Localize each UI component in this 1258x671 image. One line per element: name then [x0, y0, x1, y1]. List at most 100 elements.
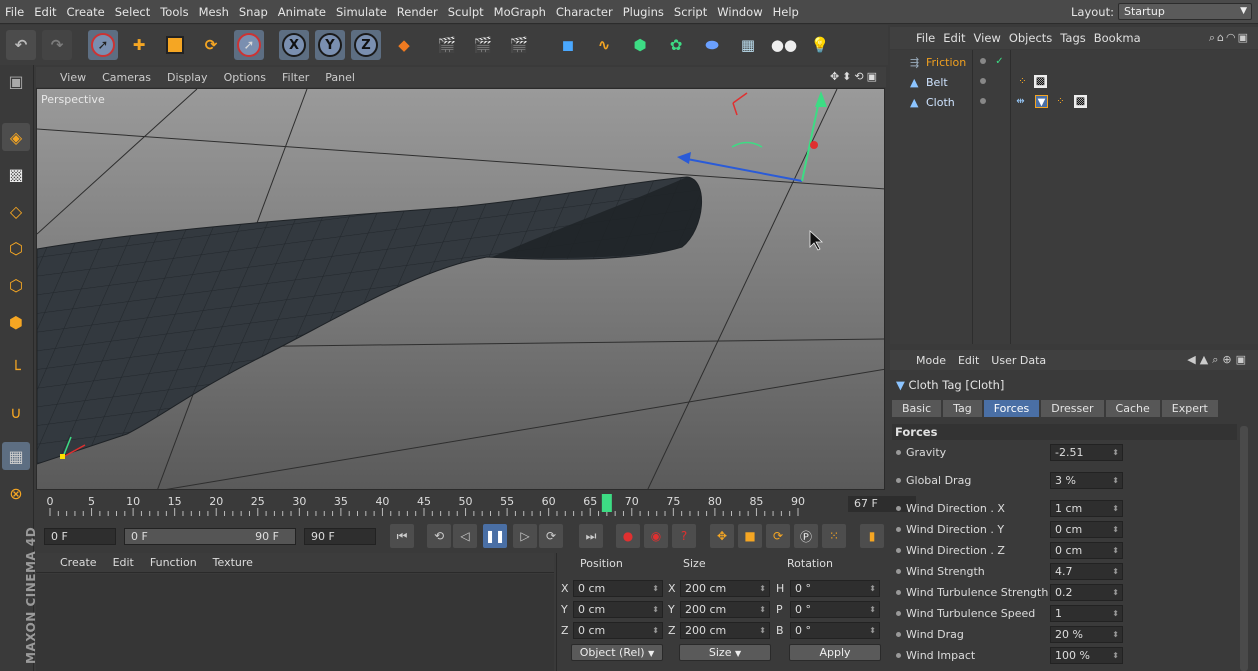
visibility-dot[interactable] [980, 78, 986, 84]
animate-dot-icon[interactable] [896, 632, 901, 637]
param-field-wind-turbulence-strength[interactable]: 0.2 ⬍ [1050, 584, 1123, 601]
om-menu-objects[interactable]: Objects [1009, 31, 1060, 45]
pos-x-field[interactable]: 0 cm ⬍ [573, 580, 663, 597]
menu-character[interactable]: Character [551, 5, 618, 19]
viewport-menu-filter[interactable]: Filter [274, 71, 317, 84]
tab-dresser[interactable]: Dresser [1041, 400, 1104, 417]
menu-window[interactable]: Window [712, 5, 767, 19]
animate-dot-icon[interactable] [896, 527, 901, 532]
om-menu-tags[interactable]: Tags [1060, 31, 1093, 45]
timeline-window-button[interactable]: ▮ [860, 524, 884, 548]
param-field-wind-impact[interactable]: 100 % ⬍ [1050, 647, 1123, 664]
key-rotation-button[interactable]: ⟳ [766, 524, 790, 548]
am-menu-user-data[interactable]: User Data [991, 354, 1058, 367]
material-menu-texture[interactable]: Texture [205, 556, 261, 569]
param-field-wind-direction-z[interactable]: 0 cm ⬍ [1050, 542, 1123, 559]
animate-dot-icon[interactable] [896, 450, 901, 455]
range-slider[interactable]: 0 F 90 F [124, 528, 296, 545]
menu-render[interactable]: Render [392, 5, 443, 19]
attribute-scrollbar[interactable] [1240, 426, 1248, 671]
tab-cache[interactable]: Cache [1105, 400, 1160, 417]
animate-dot-icon[interactable] [896, 478, 901, 483]
points-mode-button[interactable]: ⬡ [2, 234, 30, 262]
size-mode-dropdown[interactable]: Size ▼ [679, 644, 771, 661]
param-field-wind-direction-y[interactable]: 0 cm ⬍ [1050, 521, 1123, 538]
menu-mesh[interactable]: Mesh [194, 5, 234, 19]
pos-z-field[interactable]: 0 cm ⬍ [573, 622, 663, 639]
size-z-field[interactable]: 200 cm ⬍ [680, 622, 770, 639]
subdivision-button[interactable]: ⬢ [625, 30, 655, 60]
om-menu-file[interactable]: File [890, 31, 943, 45]
prev-frame-button[interactable]: ◁ [453, 524, 477, 548]
texture-mode-button[interactable]: ▩ [2, 160, 30, 188]
tab-tag[interactable]: Tag [943, 400, 982, 417]
snap-button[interactable]: ∪ [2, 398, 30, 426]
record-button[interactable]: ● [616, 524, 640, 548]
animate-dot-icon[interactable] [896, 506, 901, 511]
tab-forces[interactable]: Forces [983, 400, 1040, 417]
rot-b-field[interactable]: 0 ° ⬍ [790, 622, 880, 639]
start-frame-field[interactable]: 0 F [44, 528, 116, 545]
object-row-cloth[interactable]: ▲ Cloth ⇹ ▼ ⁘ ▩ [890, 92, 1258, 112]
floor-button[interactable]: ▦ [733, 30, 763, 60]
param-field-global-drag[interactable]: 3 % ⬍ [1050, 472, 1123, 489]
menu-snap[interactable]: Snap [234, 5, 273, 19]
solo-button[interactable]: ⊗ [2, 479, 30, 507]
am-menu-mode[interactable]: Mode [890, 354, 958, 367]
viewport-menu-options[interactable]: Options [216, 71, 274, 84]
enabled-check-icon[interactable]: ✓ [993, 55, 1006, 68]
mograph-button[interactable]: ✿ [661, 30, 691, 60]
polygons-mode-button[interactable]: ⬢ [2, 308, 30, 336]
param-field-wind-direction-x[interactable]: 1 cm ⬍ [1050, 500, 1123, 517]
menu-select[interactable]: Select [110, 5, 155, 19]
key-position-button[interactable]: ✥ [710, 524, 734, 548]
y-axis-button[interactable]: Y [315, 30, 345, 60]
apply-button[interactable]: Apply [789, 644, 881, 661]
prev-key-button[interactable]: ⟲ [427, 524, 451, 548]
viewport-menu-cameras[interactable]: Cameras [94, 71, 159, 84]
autokey-button[interactable]: ◉ [644, 524, 668, 548]
param-field-wind-strength[interactable]: 4.7 ⬍ [1050, 563, 1123, 580]
om-menu-view[interactable]: View [974, 31, 1009, 45]
menu-sculpt[interactable]: Sculpt [443, 5, 489, 19]
material-list-area[interactable] [36, 574, 554, 671]
om-search-icons[interactable]: ⌕⌂◠▣ [1209, 31, 1250, 45]
goto-start-button[interactable]: ⏮ [390, 524, 414, 548]
animate-dot-icon[interactable] [896, 611, 901, 616]
render-view-button[interactable]: 🎬 [432, 30, 462, 60]
light-button[interactable]: 💡 [805, 30, 835, 60]
texture-tag-icon[interactable]: ▩ [1034, 75, 1047, 88]
timeline-ruler[interactable]: 0 5 10 15 20 25 30 35 40 45 50 55 60 65 70 75 80 85 90 67 … [36, 492, 916, 518]
object-row-friction[interactable]: ⇶ Friction ✓ [890, 52, 1258, 72]
am-nav-icons[interactable]: ◀▲⌕⊕▣ [1187, 353, 1250, 367]
scale-tool-button[interactable] [160, 30, 190, 60]
render-picture-viewer-button[interactable]: 🎬 [468, 30, 498, 60]
edges-mode-button[interactable]: ⬡ [2, 271, 30, 299]
render-settings-button[interactable]: 🎬 [504, 30, 534, 60]
am-menu-edit[interactable]: Edit [958, 354, 991, 367]
material-menu-edit[interactable]: Edit [105, 556, 142, 569]
make-editable-button[interactable]: ▣ [2, 67, 30, 95]
animate-dot-icon[interactable] [896, 590, 901, 595]
cloth-belt-tag-icon[interactable]: ⇹ [1014, 95, 1027, 108]
rotate-tool-button[interactable]: ⟳ [196, 30, 226, 60]
goto-end-button[interactable]: ⏭ [579, 524, 603, 548]
viewport-3d[interactable]: Perspective [36, 88, 885, 490]
animate-dot-icon[interactable] [896, 548, 901, 553]
phong-tag-icon[interactable]: ⁘ [1016, 75, 1029, 88]
viewport-nav-icons[interactable]: ✥⬍⟲▣ [830, 70, 880, 83]
live-selection-button[interactable]: ➚ [88, 30, 118, 60]
last-tool-button[interactable]: ➚ [234, 30, 264, 60]
next-key-button[interactable]: ⟳ [539, 524, 563, 548]
object-row-belt[interactable]: ▲ Belt ⁘ ▩ [890, 72, 1258, 92]
coordinate-system-button[interactable]: ◆ [389, 30, 419, 60]
key-scale-button[interactable]: ■ [738, 524, 762, 548]
pause-button[interactable]: ❚❚ [483, 524, 507, 548]
menu-create[interactable]: Create [62, 5, 110, 19]
menu-plugins[interactable]: Plugins [618, 5, 669, 19]
visibility-dot[interactable] [980, 98, 986, 104]
tab-expert[interactable]: Expert [1161, 400, 1218, 417]
workplane-mode-button[interactable]: ◇ [2, 197, 30, 225]
size-y-field[interactable]: 200 cm ⬍ [680, 601, 770, 618]
redo-button[interactable]: ↷ [42, 30, 72, 60]
